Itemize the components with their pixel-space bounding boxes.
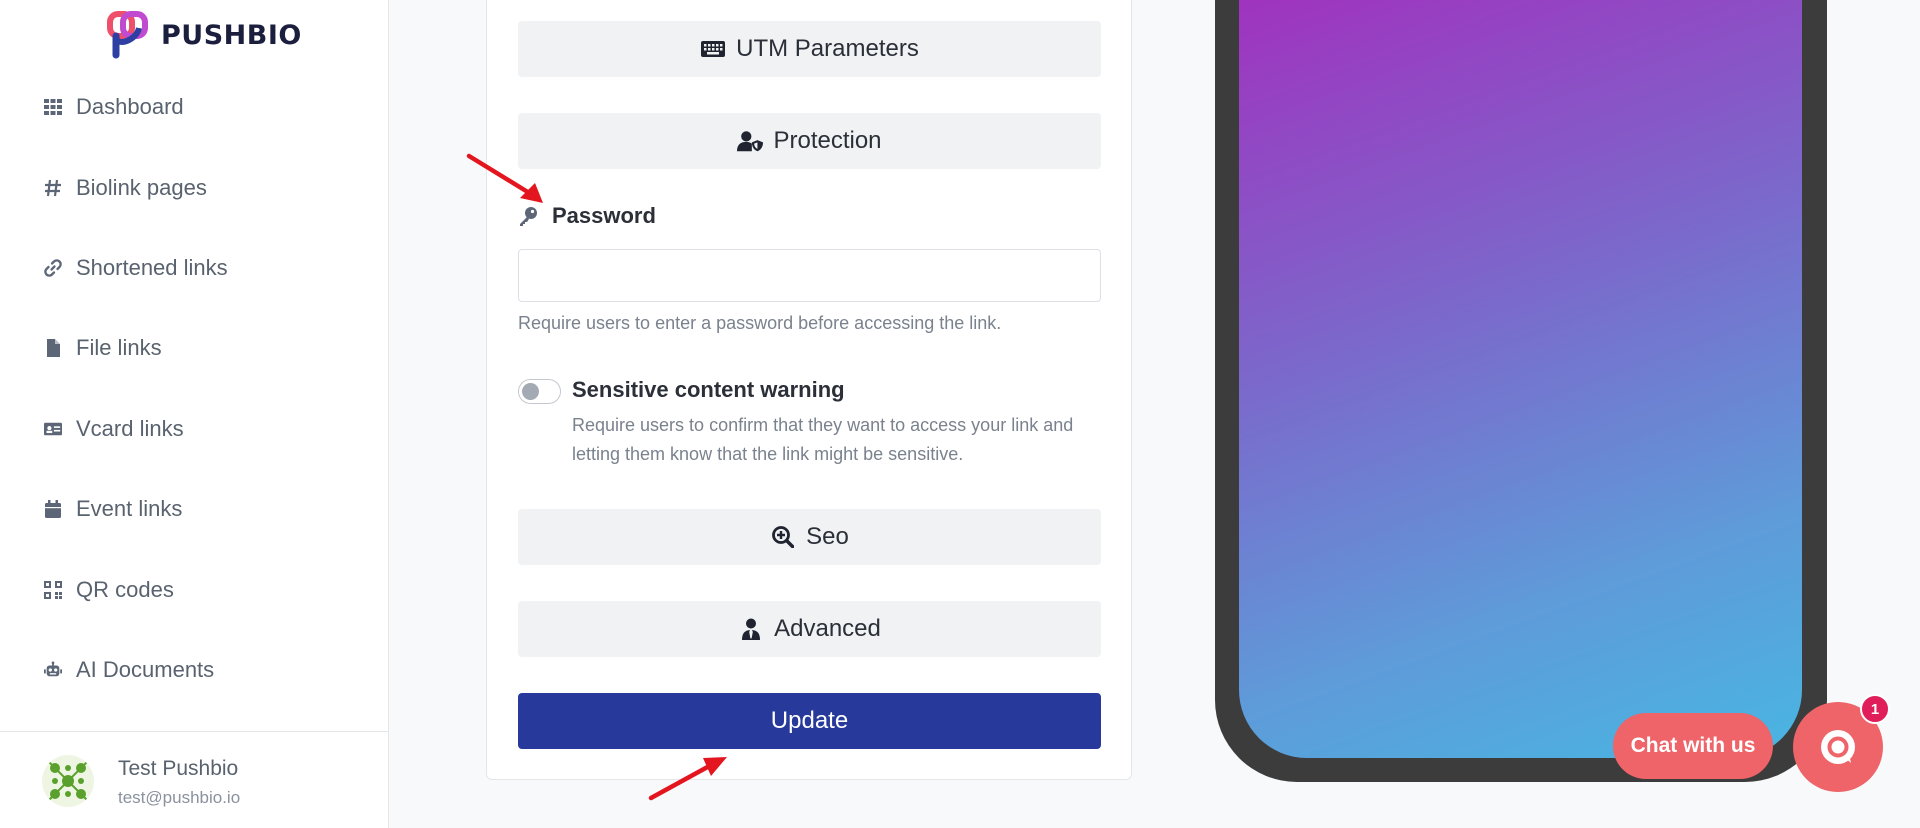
annotation-arrow-icon xyxy=(466,153,543,203)
search-plus-icon xyxy=(770,526,796,548)
phone-preview-frame xyxy=(1215,0,1827,782)
link-icon xyxy=(42,257,64,279)
grid-icon xyxy=(42,96,64,118)
sidebar-item-file-links[interactable]: File links xyxy=(42,328,162,368)
sidebar-item-label: Shortened links xyxy=(76,255,228,280)
utm-parameters-button[interactable]: UTM Parameters xyxy=(518,21,1101,77)
avatar[interactable] xyxy=(42,755,94,807)
brand-logo[interactable]: PUSHBIO xyxy=(107,10,302,60)
sensitive-content-toggle[interactable] xyxy=(518,379,561,404)
id-card-icon xyxy=(42,418,64,440)
pushbio-logo-icon xyxy=(107,11,148,59)
sidebar-item-label: Vcard links xyxy=(76,416,184,441)
sensitive-content-label: Sensitive content warning xyxy=(572,377,845,402)
chat-with-us-button[interactable]: Chat with us xyxy=(1613,713,1773,779)
seo-label: Seo xyxy=(806,523,849,550)
sidebar-item-label: Event links xyxy=(76,496,183,521)
update-button[interactable]: Update xyxy=(518,693,1101,749)
robot-icon xyxy=(42,659,64,681)
sidebar-item-label: AI Documents xyxy=(76,657,215,682)
user-name: Test Pushbio xyxy=(118,757,239,780)
sidebar-item-label: File links xyxy=(76,335,162,360)
advanced-label: Advanced xyxy=(774,615,881,642)
sidebar-item-label: Dashboard xyxy=(76,94,184,119)
advanced-button[interactable]: Advanced xyxy=(518,601,1101,657)
qrcode-icon xyxy=(42,579,64,601)
annotation-arrow-icon xyxy=(648,757,727,801)
sidebar-item-ai-documents[interactable]: AI Documents xyxy=(42,650,214,690)
password-help-text: Require users to enter a password before… xyxy=(518,313,1002,333)
password-input[interactable] xyxy=(518,249,1101,302)
sidebar: PUSHBIO Dashboard Biolink pages Shortene… xyxy=(0,0,389,828)
hashtag-icon xyxy=(42,177,64,199)
user-shield-icon xyxy=(737,130,764,152)
user-email: test@pushbio.io xyxy=(118,788,241,807)
sidebar-item-event-links[interactable]: Event links xyxy=(42,489,182,529)
brand-name: PUSHBIO xyxy=(161,19,302,51)
chat-unread-badge: 1 xyxy=(1860,694,1890,724)
utm-parameters-label: UTM Parameters xyxy=(736,35,919,62)
toggle-knob xyxy=(522,383,539,400)
sidebar-item-label: QR codes xyxy=(76,577,174,602)
sidebar-item-shortened-links[interactable]: Shortened links xyxy=(42,248,228,288)
user-panel[interactable]: Test Pushbio test@pushbio.io xyxy=(0,731,388,828)
protection-label: Protection xyxy=(773,127,882,154)
phone-preview-screen xyxy=(1239,0,1802,758)
chat-bubble-icon xyxy=(1821,730,1855,764)
keyboard-icon xyxy=(700,38,726,60)
sidebar-item-dashboard[interactable]: Dashboard xyxy=(42,87,184,127)
sidebar-item-biolink-pages[interactable]: Biolink pages xyxy=(42,168,207,208)
sidebar-item-qr-codes[interactable]: QR codes xyxy=(42,570,174,610)
file-icon xyxy=(42,337,64,359)
link-settings-card: UTM Parameters Protection Password Requi… xyxy=(486,0,1132,780)
sensitive-content-help-text: Require users to confirm that they want … xyxy=(572,415,1074,464)
sidebar-item-vcard-links[interactable]: Vcard links xyxy=(42,409,184,449)
sidebar-item-label: Biolink pages xyxy=(76,175,207,200)
calendar-icon xyxy=(42,498,64,520)
protection-button[interactable]: Protection xyxy=(518,113,1101,169)
user-tie-icon xyxy=(738,618,764,640)
seo-button[interactable]: Seo xyxy=(518,509,1101,565)
password-label: Password xyxy=(552,203,656,228)
